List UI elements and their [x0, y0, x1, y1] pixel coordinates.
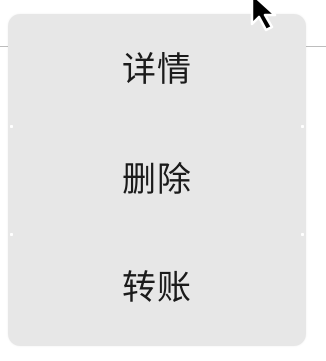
menu-item-label: 删除 — [122, 160, 192, 200]
context-menu: 详情 删除 转账 — [8, 14, 306, 346]
menu-item-details[interactable]: 详情 — [8, 16, 306, 124]
menu-item-transfer[interactable]: 转账 — [8, 234, 306, 342]
menu-item-label: 详情 — [122, 50, 192, 90]
menu-item-delete[interactable]: 删除 — [8, 126, 306, 234]
mouse-pointer-icon — [250, 0, 277, 32]
menu-item-label: 转账 — [122, 268, 192, 308]
